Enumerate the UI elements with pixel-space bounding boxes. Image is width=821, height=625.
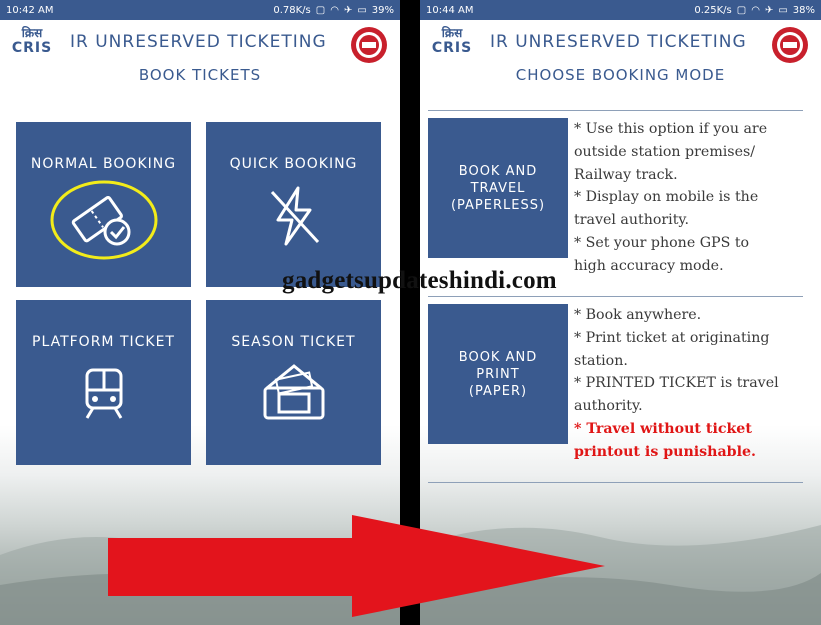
red-arrow-icon bbox=[108, 515, 605, 617]
watermark-text: gadgetsupdateshindi.com bbox=[282, 267, 557, 294]
